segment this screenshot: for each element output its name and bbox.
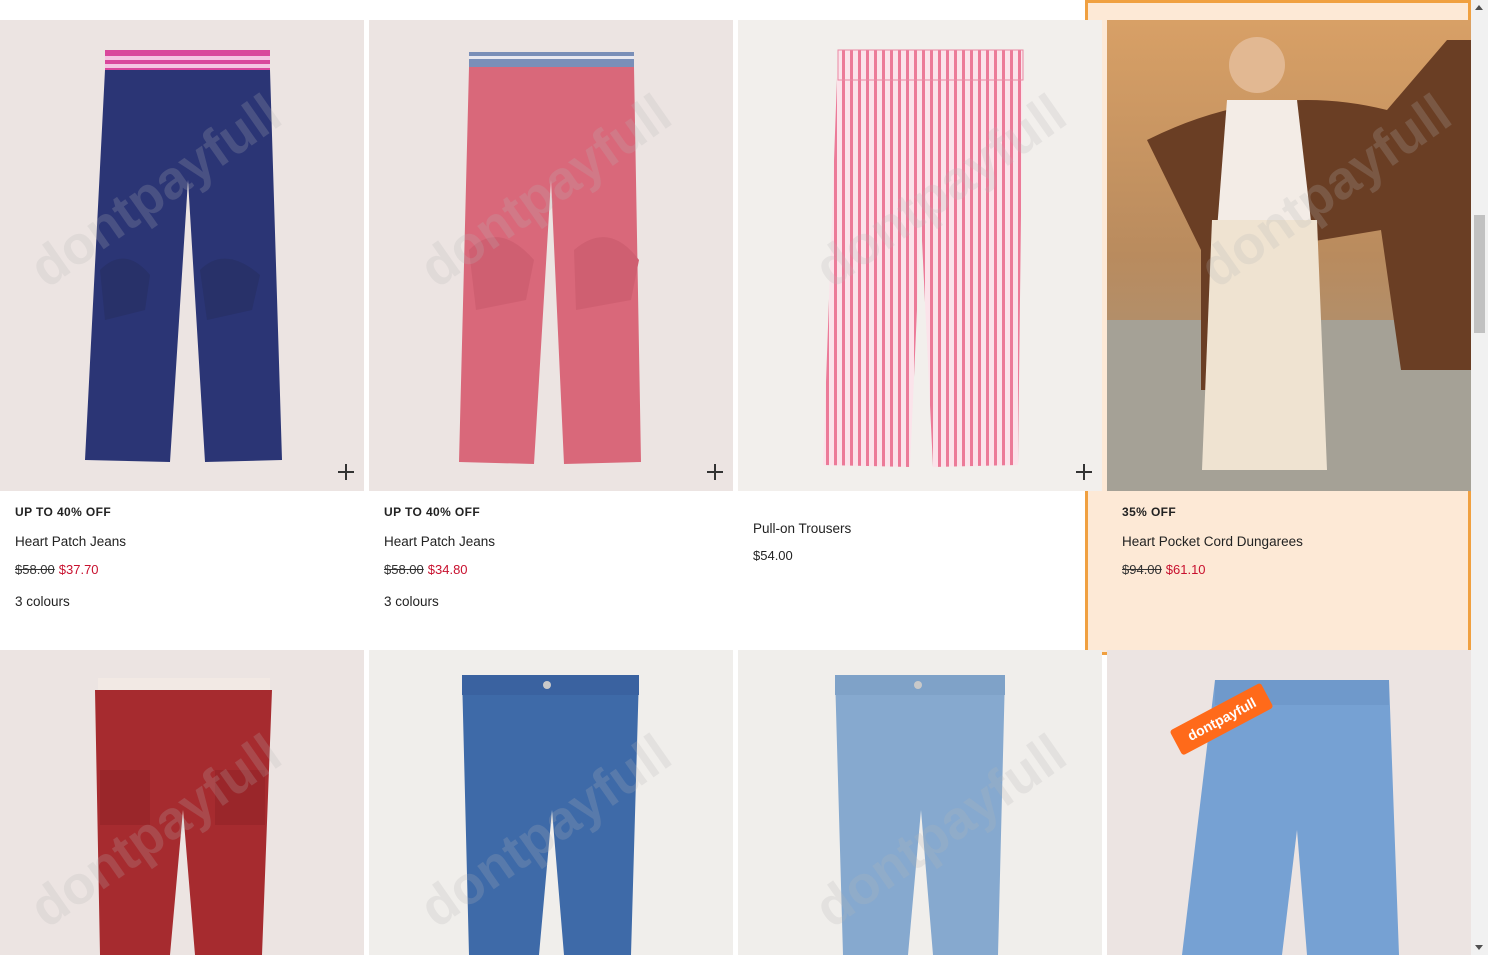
colour-count[interactable]: 3 colours xyxy=(384,594,724,609)
product-image[interactable] xyxy=(369,650,733,955)
plus-icon[interactable] xyxy=(1076,464,1092,480)
product-info: UP TO 40% OFF Heart Patch Jeans $58.00 $3… xyxy=(384,505,724,609)
product-image[interactable] xyxy=(0,20,364,491)
product-info: Pull-on Trousers $54.00 xyxy=(753,510,1093,563)
product-image[interactable] xyxy=(0,650,364,955)
striped-trousers-illustration xyxy=(823,49,1024,467)
product-grid: UP TO 40% OFF Heart Patch Jeans $58.00 $3… xyxy=(0,0,1471,955)
regular-price: $54.00 xyxy=(753,548,793,563)
product-image[interactable] xyxy=(1107,650,1471,955)
product-info: UP TO 40% OFF Heart Patch Jeans $58.00 $3… xyxy=(15,505,355,609)
scroll-thumb[interactable] xyxy=(1474,215,1485,333)
sale-price: $37.70 xyxy=(58,562,99,577)
promo-label: UP TO 40% OFF xyxy=(15,505,112,519)
original-price: $58.00 xyxy=(384,562,424,577)
product-info: 35% OFF Heart Pocket Cord Dungarees $94.… xyxy=(1122,505,1462,577)
original-price: $94.00 xyxy=(1122,562,1162,577)
product-image[interactable] xyxy=(1107,20,1471,491)
plus-icon[interactable] xyxy=(707,464,723,480)
product-name[interactable]: Heart Pocket Cord Dungarees xyxy=(1122,534,1462,549)
product-image[interactable] xyxy=(369,20,733,491)
mid-blue-jeans-illustration xyxy=(462,675,639,955)
price: $58.00 $34.80 xyxy=(384,562,724,577)
promo-label: UP TO 40% OFF xyxy=(384,505,481,519)
price: $94.00 $61.10 xyxy=(1122,562,1462,577)
product-name[interactable]: Heart Patch Jeans xyxy=(384,534,724,549)
plus-icon[interactable] xyxy=(338,464,354,480)
light-blue-jeans-illustration xyxy=(835,675,1005,955)
promo-label: 35% OFF xyxy=(1122,505,1177,519)
colour-count[interactable]: 3 colours xyxy=(15,594,355,609)
scrollbar[interactable] xyxy=(1471,0,1488,955)
product-name[interactable]: Heart Patch Jeans xyxy=(15,534,355,549)
sale-price: $61.10 xyxy=(1165,562,1206,577)
girl-with-horse-photo xyxy=(1107,20,1471,491)
product-name[interactable]: Pull-on Trousers xyxy=(753,521,1093,536)
product-image[interactable] xyxy=(738,20,1102,491)
navy-jeans-illustration xyxy=(85,50,282,462)
relaxed-jeans-illustration xyxy=(1182,680,1399,955)
scroll-down-arrow-icon[interactable] xyxy=(1475,945,1483,950)
scroll-up-arrow-icon[interactable] xyxy=(1475,5,1483,10)
price: $54.00 xyxy=(753,548,1093,563)
pink-jeans-illustration xyxy=(459,52,641,464)
product-image[interactable] xyxy=(738,650,1102,955)
original-price: $58.00 xyxy=(15,562,55,577)
price: $58.00 $37.70 xyxy=(15,562,355,577)
red-cord-trousers-illustration xyxy=(95,678,272,955)
sale-price: $34.80 xyxy=(427,562,468,577)
